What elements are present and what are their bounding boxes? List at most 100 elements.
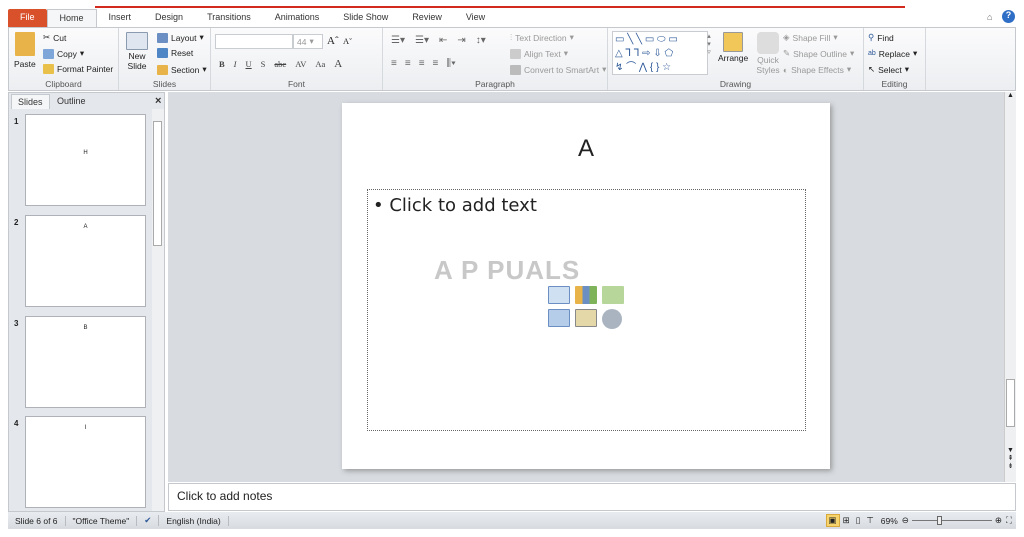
justify-button[interactable]: ≡ bbox=[433, 58, 439, 69]
shape-outline-button[interactable]: ✎ Shape Outline ▾ bbox=[783, 48, 854, 59]
slide-thumbnail[interactable]: I bbox=[25, 416, 146, 508]
scroll-thumb[interactable] bbox=[1006, 379, 1015, 427]
new-slide-icon bbox=[126, 32, 148, 50]
slide-sorter-icon[interactable]: ⊞ bbox=[840, 515, 853, 526]
font-size-input[interactable]: 44 ▾ bbox=[293, 34, 323, 49]
align-text-button[interactable]: Align Text ▾ bbox=[510, 48, 568, 59]
arrange-button[interactable]: Arrange bbox=[718, 32, 748, 63]
shape-fill-button[interactable]: ◈ Shape Fill ▾ bbox=[783, 32, 838, 43]
italic-button[interactable]: I bbox=[234, 59, 237, 69]
align-left-button[interactable]: ≡ bbox=[391, 58, 397, 69]
text-direction-label: Text Direction bbox=[515, 32, 567, 43]
text-direction-button[interactable]: ⫶ Text Direction ▾ bbox=[510, 32, 574, 43]
shrink-font-button[interactable]: Aˇ bbox=[343, 36, 352, 46]
shapes-gallery[interactable]: ▭ ╲ ╲ ▭ ⬭ ▭ △ ⅂ ⅂ ⇨ ⇩ ⬠ ↯ ⌒ ⋀ { } ☆ bbox=[612, 31, 708, 75]
slide-title[interactable]: A bbox=[342, 135, 830, 163]
character-spacing-button[interactable]: AV bbox=[295, 59, 306, 69]
bold-button[interactable]: B bbox=[219, 59, 225, 69]
center-button[interactable]: ≡ bbox=[405, 58, 411, 69]
replace-button[interactable]: ab Replace ▾ bbox=[868, 48, 917, 59]
thumbnail-title: B bbox=[83, 325, 88, 331]
columns-button[interactable]: ⫼▾ bbox=[446, 58, 455, 69]
zoom-in-icon[interactable]: ⊕ bbox=[995, 515, 1002, 526]
body-placeholder-text: Click to add text bbox=[389, 195, 537, 216]
tab-design[interactable]: Design bbox=[143, 9, 195, 28]
section-button[interactable]: Section ▾ bbox=[157, 64, 207, 75]
cut-label: Cut bbox=[53, 32, 67, 43]
insert-smartart-icon[interactable] bbox=[602, 286, 624, 304]
shape-effects-button[interactable]: ◐ Shape Effects ▾ bbox=[783, 64, 851, 75]
insert-clip-art-icon[interactable] bbox=[575, 309, 597, 327]
insert-table-icon[interactable] bbox=[548, 286, 570, 304]
close-panel-icon[interactable]: × bbox=[149, 93, 167, 109]
convert-smartart-button[interactable]: Convert to SmartArt ▾ bbox=[510, 64, 606, 75]
quick-styles-button[interactable]: Quick Styles bbox=[753, 32, 783, 75]
insert-chart-icon[interactable] bbox=[575, 286, 597, 304]
slide-thumbnail[interactable]: B bbox=[25, 316, 146, 408]
tab-home[interactable]: Home bbox=[46, 9, 97, 28]
spell-check-icon[interactable]: ✔ bbox=[137, 515, 160, 526]
slides-panel-scrollbar[interactable] bbox=[152, 109, 164, 511]
insert-media-icon[interactable] bbox=[602, 309, 622, 329]
increase-indent-button[interactable]: ⇥ bbox=[457, 35, 465, 46]
tab-slides[interactable]: Slides bbox=[11, 94, 50, 109]
slide-canvas: A • Click to add text A P PUALS bbox=[342, 103, 830, 469]
font-color-button[interactable]: A bbox=[334, 58, 342, 70]
scroll-up-icon[interactable]: ▲ bbox=[1005, 92, 1016, 99]
strikethrough-button[interactable]: abc bbox=[274, 59, 286, 69]
zoom-level[interactable]: 69% bbox=[877, 516, 902, 526]
format-painter-button[interactable]: Format Painter bbox=[43, 64, 113, 74]
copy-button[interactable]: Copy ▾ bbox=[43, 48, 84, 59]
font-name-input[interactable] bbox=[215, 34, 293, 49]
tab-view[interactable]: View bbox=[454, 9, 497, 28]
new-slide-button[interactable]: New Slide bbox=[124, 32, 150, 71]
slide-thumbnail[interactable]: A bbox=[25, 215, 146, 307]
slide-number: 4 bbox=[14, 419, 19, 428]
vertical-scrollbar[interactable]: ▲ ▼ ⇞ ⇟ bbox=[1004, 92, 1016, 482]
paste-button[interactable]: Paste bbox=[14, 32, 36, 69]
change-case-button[interactable]: Aa bbox=[315, 59, 325, 69]
paint-bucket-icon: ◈ bbox=[783, 32, 790, 42]
layout-label: Layout bbox=[171, 32, 197, 43]
tab-review[interactable]: Review bbox=[400, 9, 454, 28]
scissors-icon: ✂ bbox=[43, 32, 51, 42]
select-button[interactable]: ↖ Select ▾ bbox=[868, 64, 909, 75]
slide-thumbnail[interactable]: H bbox=[25, 114, 146, 206]
underline-button[interactable]: U bbox=[246, 59, 252, 69]
insert-picture-icon[interactable] bbox=[548, 309, 570, 327]
tab-file[interactable]: File bbox=[8, 9, 47, 28]
paste-icon bbox=[14, 32, 35, 56]
tab-insert[interactable]: Insert bbox=[97, 9, 144, 28]
zoom-slider-thumb[interactable] bbox=[936, 516, 942, 525]
grow-font-button[interactable]: Aˆ bbox=[327, 35, 339, 47]
body-text[interactable]: • Click to add text bbox=[373, 195, 537, 216]
slide-number: 2 bbox=[14, 218, 19, 227]
numbering-button[interactable]: ☰▾ bbox=[415, 35, 429, 46]
reset-button[interactable]: Reset bbox=[157, 48, 193, 58]
cut-button[interactable]: ✂ Cut bbox=[43, 32, 66, 43]
bullets-button[interactable]: ☰▾ bbox=[391, 35, 405, 46]
align-right-button[interactable]: ≡ bbox=[419, 58, 425, 69]
slide-show-icon[interactable]: ⊤ bbox=[863, 515, 876, 526]
normal-view-icon[interactable]: ▣ bbox=[825, 514, 840, 527]
line-spacing-button[interactable]: ↕▾ bbox=[476, 35, 486, 46]
tab-transitions[interactable]: Transitions bbox=[195, 9, 263, 28]
tab-animations[interactable]: Animations bbox=[263, 9, 332, 28]
find-button[interactable]: ⚲ Find bbox=[868, 32, 894, 43]
decrease-indent-button[interactable]: ⇤ bbox=[439, 35, 447, 46]
fit-to-window-icon[interactable]: ⛶ bbox=[1002, 515, 1016, 526]
scroll-thumb[interactable] bbox=[153, 121, 162, 246]
language[interactable]: English (India) bbox=[159, 515, 229, 526]
theme-name[interactable]: "Office Theme" bbox=[66, 515, 138, 526]
shapes-gallery-scroll[interactable]: ▴ ▾ ▿ bbox=[704, 32, 714, 76]
zoom-out-icon[interactable]: ⊖ bbox=[902, 515, 909, 526]
content-placeholder[interactable]: • Click to add text A P PUALS bbox=[367, 189, 806, 431]
tab-outline[interactable]: Outline bbox=[51, 94, 92, 108]
reading-view-icon[interactable]: ▯ bbox=[853, 515, 864, 526]
notes-pane[interactable]: Click to add notes bbox=[168, 483, 1016, 511]
zoom-slider[interactable] bbox=[911, 516, 992, 525]
shadow-button[interactable]: S bbox=[261, 59, 266, 69]
tab-slide-show[interactable]: Slide Show bbox=[331, 9, 400, 28]
layout-button[interactable]: Layout ▾ bbox=[157, 32, 204, 43]
prev-next-slide-icons[interactable]: ▼ ⇞ ⇟ bbox=[1005, 447, 1016, 471]
